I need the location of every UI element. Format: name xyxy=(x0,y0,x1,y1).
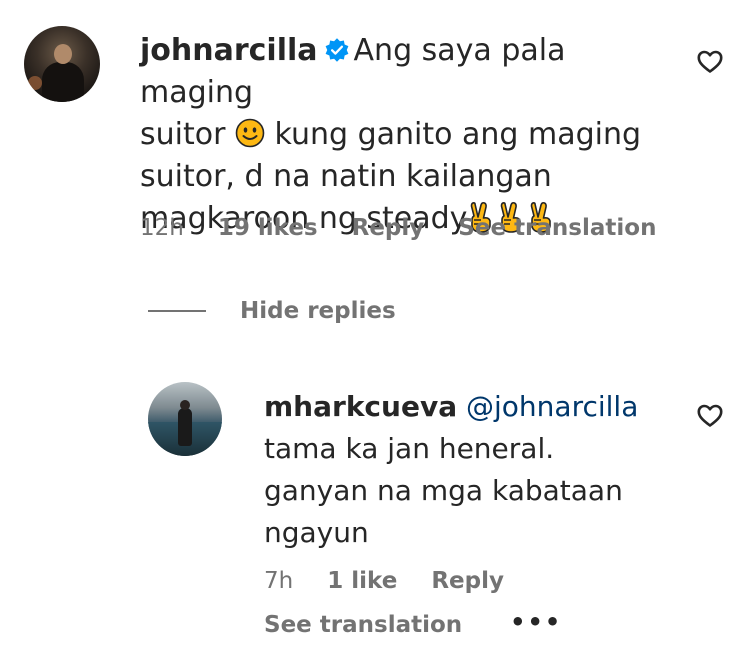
avatar[interactable] xyxy=(24,26,100,102)
divider xyxy=(148,310,206,312)
username[interactable]: mharkcueva xyxy=(264,390,457,423)
username[interactable]: johnarcilla xyxy=(140,33,318,68)
hide-replies-button[interactable]: Hide replies xyxy=(148,296,396,326)
hide-replies-label: Hide replies xyxy=(240,298,396,324)
more-options-icon[interactable]: ••• xyxy=(510,608,562,636)
smiling-face-icon xyxy=(235,118,265,148)
heart-icon[interactable] xyxy=(697,50,723,74)
see-translation-button[interactable]: See translation xyxy=(264,612,462,638)
reply-button[interactable]: Reply xyxy=(431,568,504,594)
comment-text: suitor, d na natin kailangan xyxy=(140,159,552,194)
reply-text: ngayun xyxy=(264,516,369,549)
comment-body: johnarcilla Ang saya pala maging suitor … xyxy=(140,30,670,240)
comment-meta: 12h 19 likes Reply See translation xyxy=(140,215,682,241)
mention-link[interactable]: @johnarcilla xyxy=(466,390,638,423)
avatar-figure xyxy=(178,408,192,446)
comment-text: suitor xyxy=(140,117,226,152)
reply-meta: 7h 1 like Reply xyxy=(264,568,530,594)
reply-text: tama ka jan heneral. xyxy=(264,432,555,465)
avatar-figure xyxy=(42,62,84,102)
likes-count[interactable]: 1 like xyxy=(327,568,397,594)
comment: johnarcilla Ang saya pala maging suitor … xyxy=(0,0,750,260)
avatar-figure-head xyxy=(54,44,72,64)
timestamp: 12h xyxy=(140,215,184,241)
reply-body: mharkcueva @johnarcilla tama ka jan hene… xyxy=(264,386,664,554)
comment-text: kung ganito ang maging xyxy=(274,117,642,152)
reply-button[interactable]: Reply xyxy=(352,215,425,241)
heart-icon[interactable] xyxy=(697,404,723,428)
avatar[interactable] xyxy=(148,382,222,456)
reply-meta-secondary: See translation ••• xyxy=(264,608,588,638)
likes-count[interactable]: 19 likes xyxy=(218,215,318,241)
see-translation-button[interactable]: See translation xyxy=(458,215,656,241)
timestamp: 7h xyxy=(264,568,294,594)
verified-badge-icon xyxy=(325,38,348,62)
avatar-figure-head xyxy=(180,400,190,410)
avatar-background xyxy=(28,76,42,90)
reply-text: ganyan na mga kabataan xyxy=(264,474,623,507)
